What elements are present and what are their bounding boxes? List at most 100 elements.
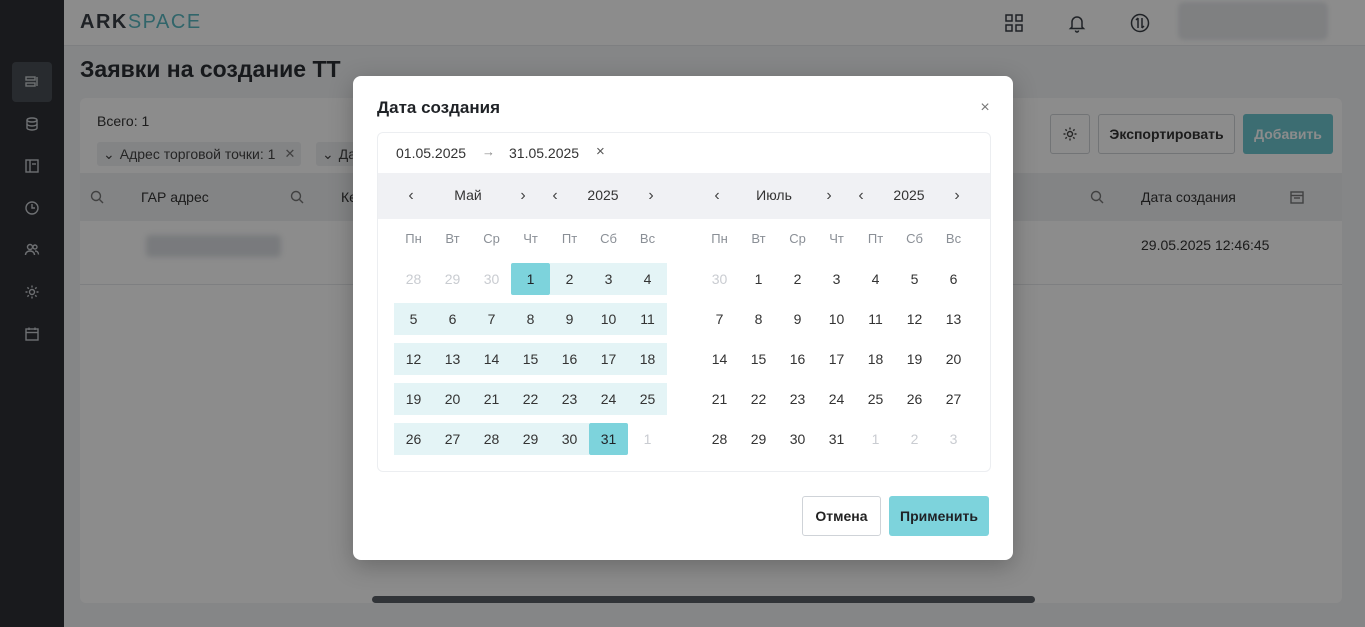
- calendar-day-selected[interactable]: 1: [511, 263, 550, 295]
- calendar-day[interactable]: 1: [628, 423, 667, 455]
- calendar-day[interactable]: 24: [589, 383, 628, 415]
- calendar-day[interactable]: 26: [394, 423, 433, 455]
- calendar-day[interactable]: 9: [778, 303, 817, 335]
- calendar-day[interactable]: 15: [511, 343, 550, 375]
- calendar-day[interactable]: 17: [589, 343, 628, 375]
- weekday-label: Ср: [483, 231, 500, 246]
- range-start-input[interactable]: 01.05.2025: [396, 145, 466, 161]
- calendar-day[interactable]: 20: [934, 343, 973, 375]
- calendar-day[interactable]: 27: [934, 383, 973, 415]
- calendar-day[interactable]: 2: [895, 423, 934, 455]
- calendar-day[interactable]: 4: [856, 263, 895, 295]
- prev-year-button[interactable]: ‹: [851, 184, 871, 208]
- calendar-day[interactable]: 7: [472, 303, 511, 335]
- cancel-button[interactable]: Отмена: [802, 496, 881, 536]
- calendar-day[interactable]: 18: [856, 343, 895, 375]
- left-month-label[interactable]: Май: [438, 187, 498, 203]
- calendar-day[interactable]: 22: [511, 383, 550, 415]
- calendar-day[interactable]: 20: [433, 383, 472, 415]
- calendar-day[interactable]: 13: [934, 303, 973, 335]
- calendar-day[interactable]: 28: [472, 423, 511, 455]
- calendar-day[interactable]: 12: [394, 343, 433, 375]
- calendar-day[interactable]: 8: [739, 303, 778, 335]
- calendar-day[interactable]: 1: [739, 263, 778, 295]
- weekday-label: Чт: [523, 231, 538, 246]
- calendar-day[interactable]: 27: [433, 423, 472, 455]
- clear-range-icon[interactable]: ×: [596, 143, 605, 160]
- calendar-day[interactable]: 28: [700, 423, 739, 455]
- calendar-day[interactable]: 11: [628, 303, 667, 335]
- calendar-day[interactable]: 29: [739, 423, 778, 455]
- calendar-day[interactable]: 30: [778, 423, 817, 455]
- calendar-day[interactable]: 21: [472, 383, 511, 415]
- close-icon[interactable]: ×: [975, 98, 995, 118]
- calendar-day[interactable]: 2: [550, 263, 589, 295]
- weekday-label: Ср: [789, 231, 806, 246]
- calendar-day[interactable]: 24: [817, 383, 856, 415]
- calendar-day[interactable]: 23: [550, 383, 589, 415]
- calendar-day[interactable]: 8: [511, 303, 550, 335]
- right-year-label[interactable]: 2025: [879, 187, 939, 203]
- calendar-day[interactable]: 5: [895, 263, 934, 295]
- prev-month-button[interactable]: ‹: [707, 184, 727, 208]
- calendar-day[interactable]: 10: [589, 303, 628, 335]
- calendar-day[interactable]: 6: [934, 263, 973, 295]
- calendar-day[interactable]: 17: [817, 343, 856, 375]
- prev-month-button[interactable]: ‹: [401, 184, 421, 208]
- calendar-day[interactable]: 22: [739, 383, 778, 415]
- calendar-day[interactable]: 11: [856, 303, 895, 335]
- weekday-label: Сб: [906, 231, 923, 246]
- weekday-label: Вс: [639, 231, 656, 246]
- calendar-day[interactable]: 29: [511, 423, 550, 455]
- calendar-day[interactable]: 6: [433, 303, 472, 335]
- calendar-day[interactable]: 5: [394, 303, 433, 335]
- calendar-day[interactable]: 13: [433, 343, 472, 375]
- calendar-day[interactable]: 3: [817, 263, 856, 295]
- calendar-day[interactable]: 14: [472, 343, 511, 375]
- calendar-day[interactable]: 7: [700, 303, 739, 335]
- calendar-day[interactable]: 26: [895, 383, 934, 415]
- weekday-label: Вт: [445, 231, 460, 246]
- calendar-day[interactable]: 1: [856, 423, 895, 455]
- calendar-day[interactable]: 16: [550, 343, 589, 375]
- weekday-label: Сб: [600, 231, 617, 246]
- next-year-button[interactable]: ›: [641, 184, 661, 208]
- next-month-button[interactable]: ›: [819, 184, 839, 208]
- weekday-label: Пн: [711, 231, 728, 246]
- calendar-day[interactable]: 25: [856, 383, 895, 415]
- calendar-day[interactable]: 18: [628, 343, 667, 375]
- weekday-label: Пн: [405, 231, 422, 246]
- calendar-day[interactable]: 14: [700, 343, 739, 375]
- calendar-day[interactable]: 31: [817, 423, 856, 455]
- left-year-label[interactable]: 2025: [573, 187, 633, 203]
- calendar-day[interactable]: 12: [895, 303, 934, 335]
- apply-button[interactable]: Применить: [889, 496, 989, 536]
- calendar-day[interactable]: 9: [550, 303, 589, 335]
- calendar-day[interactable]: 3: [934, 423, 973, 455]
- next-year-button[interactable]: ›: [947, 184, 967, 208]
- calendar-day[interactable]: 2: [778, 263, 817, 295]
- calendar-day[interactable]: 30: [550, 423, 589, 455]
- range-end-input[interactable]: 31.05.2025: [509, 145, 579, 161]
- prev-year-button[interactable]: ‹: [545, 184, 565, 208]
- calendar-day[interactable]: 25: [628, 383, 667, 415]
- calendar-day[interactable]: 15: [739, 343, 778, 375]
- next-month-button[interactable]: ›: [513, 184, 533, 208]
- calendar-day[interactable]: 30: [472, 263, 511, 295]
- calendar-day[interactable]: 4: [628, 263, 667, 295]
- calendar-day[interactable]: 21: [700, 383, 739, 415]
- calendar-day[interactable]: 29: [433, 263, 472, 295]
- right-month-label[interactable]: Июль: [744, 187, 804, 203]
- calendar-day[interactable]: 3: [589, 263, 628, 295]
- calendar-day[interactable]: 30: [700, 263, 739, 295]
- calendar-day[interactable]: 10: [817, 303, 856, 335]
- calendar-day[interactable]: 19: [895, 343, 934, 375]
- calendar-day[interactable]: 19: [394, 383, 433, 415]
- weekday-label: Чт: [829, 231, 844, 246]
- calendar-day[interactable]: 28: [394, 263, 433, 295]
- calendar-day-selected[interactable]: 31: [589, 423, 628, 455]
- date-range-modal: Дата создания × 01.05.2025 → 31.05.2025 …: [353, 76, 1013, 560]
- weekday-label: Пт: [561, 231, 578, 246]
- calendar-day[interactable]: 23: [778, 383, 817, 415]
- calendar-day[interactable]: 16: [778, 343, 817, 375]
